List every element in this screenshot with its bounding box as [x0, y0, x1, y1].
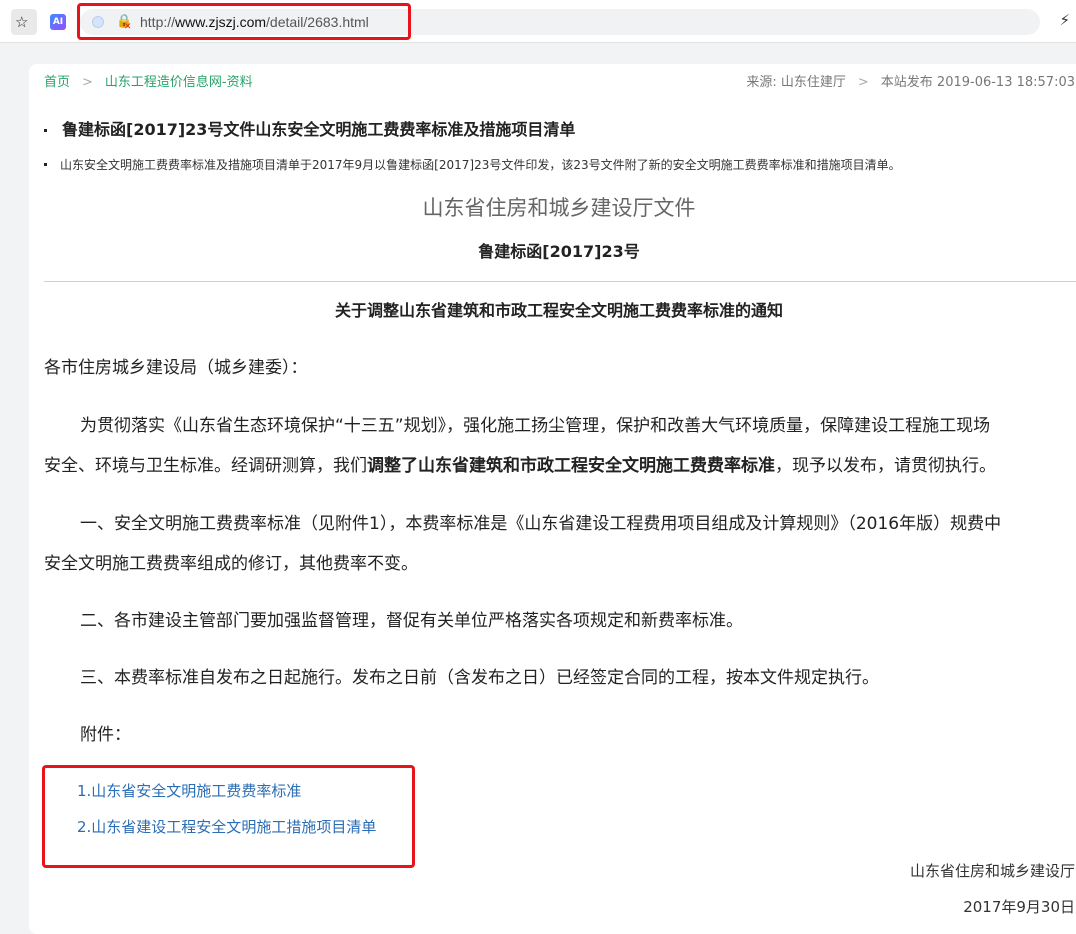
notice-title: 关于调整山东省建筑和市政工程安全文明施工费费率标准的通知 — [334, 301, 783, 320]
attachments-highlight-box — [42, 765, 415, 868]
lightning-icon[interactable]: ⚡ — [1059, 11, 1070, 29]
source-label: 来源: 山东住建厅 — [746, 75, 846, 90]
salutation: 各市住房城乡建设局（城乡建委）： — [44, 358, 308, 378]
emphasized-text: 调整了山东省建筑和市政工程安全文明施工费费率标准 — [367, 456, 775, 476]
article-page: 首页 > 山东工程造价信息网-资料 来源: 山东住建厅 > 本站发布 2019-06-1… — [29, 64, 1076, 934]
document-number: 鲁建标函[2017]23号 — [478, 242, 640, 261]
publish-time: 本站发布 2019-06-13 18:57:03 — [880, 75, 1075, 90]
meta-separator: > — [857, 75, 869, 90]
issuing-org-header: 山东省住房和城乡建设厅文件 — [422, 196, 696, 220]
ai-icon: AI — [50, 14, 66, 30]
article-description: 山东安全文明施工费费率标准及措施项目清单于2017年9月以鲁建标函[2017]2… — [60, 158, 901, 172]
breadcrumb-home-link[interactable]: 首页 — [44, 75, 70, 90]
ai-assistant-button[interactable]: AI — [46, 9, 72, 35]
paragraph-1-line-1: 为贯彻落实《山东省生态环境保护“十三五”规划》，强化施工扬尘管理，保护和改善大气… — [80, 416, 991, 436]
paragraph-1-line-2: 安全、环境与卫生标准。经调研测算，我们调整了山东省建筑和市政工程安全文明施工费费… — [44, 456, 996, 476]
article-meta: 来源: 山东住建厅 > 本站发布 2019-06-13 18:57:03 — [746, 74, 1075, 92]
paragraph-3: 二、各市建设主管部门要加强监督管理，督促有关单位严格落实各项规定和新费率标准。 — [80, 611, 743, 631]
paragraph-4: 三、本费率标准自发布之日起施行。发布之日前（含发布之日）已经签定合同的工程，按本… — [80, 668, 879, 688]
paragraph-2-line-2: 安全文明施工费费率组成的修订，其他费率不变。 — [44, 554, 418, 574]
paragraph-2-line-1: 一、安全文明施工费费率标准（见附件1），本费率标准是《山东省建设工程费用项目组成… — [80, 514, 1002, 534]
article-title: 鲁建标函[2017]23号文件山东安全文明施工费费率标准及措施项目清单 — [62, 120, 576, 139]
favorites-button[interactable]: ☆ — [11, 9, 37, 35]
title-bullet — [44, 129, 47, 132]
url-highlight-box — [77, 3, 411, 40]
star-list-icon: ☆ — [15, 13, 29, 31]
breadcrumb-separator: > — [82, 75, 93, 90]
attachments-label: 附件： — [80, 725, 131, 745]
signature-date: 2017年9月30日 — [963, 898, 1075, 916]
breadcrumb-section-link[interactable]: 山东工程造价信息网-资料 — [105, 75, 253, 90]
breadcrumb: 首页 > 山东工程造价信息网-资料 — [44, 74, 253, 92]
desc-bullet — [44, 163, 47, 166]
header-divider — [44, 281, 1076, 282]
signature-org: 山东省住房和城乡建设厅 — [909, 862, 1075, 880]
